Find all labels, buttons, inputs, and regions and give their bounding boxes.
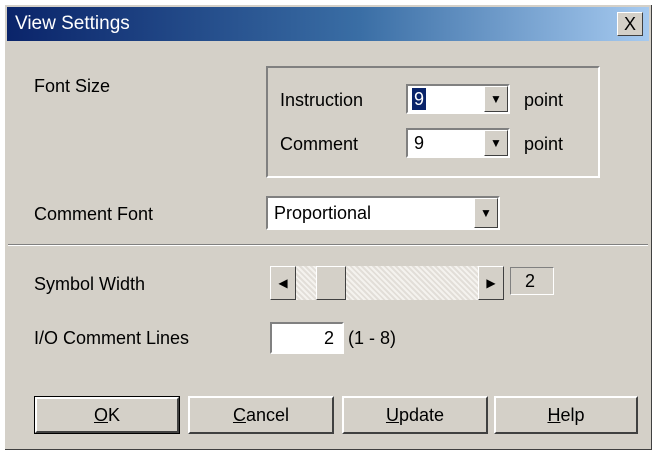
update-label-rest: pdate (398, 405, 445, 425)
close-icon: X (623, 14, 636, 34)
scroll-thumb[interactable] (316, 266, 346, 300)
update-mnemonic: U (385, 405, 399, 425)
cancel-mnemonic: C (232, 405, 246, 425)
separator (8, 244, 648, 246)
symbol-width-value: 2 (510, 267, 554, 295)
comment-dropdown-button[interactable]: ▼ (484, 130, 508, 156)
comment-unit-label: point (524, 134, 564, 154)
chevron-left-icon: ◀ (278, 276, 288, 290)
scroll-right-button[interactable]: ▶ (478, 266, 504, 300)
ok-mnemonic: O (93, 405, 108, 425)
io-comment-lines-input[interactable]: 2 (270, 322, 344, 354)
title-bar[interactable]: View Settings X (7, 7, 649, 41)
symbol-width-label: Symbol Width (34, 274, 146, 294)
comment-font-combo[interactable]: Proportional ▼ (266, 196, 500, 230)
io-comment-lines-label: I/O Comment Lines (34, 328, 190, 348)
cancel-label-rest: ancel (245, 405, 290, 425)
font-size-label: Font Size (34, 76, 111, 96)
instruction-size-combo[interactable]: 9 ▼ (406, 84, 510, 114)
chevron-right-icon: ▶ (486, 276, 496, 290)
ok-label-rest: K (108, 405, 121, 425)
comment-font-value: Proportional (274, 203, 372, 223)
window-title: View Settings (15, 13, 130, 34)
comment-size-value: 9 (414, 133, 425, 153)
cancel-button[interactable]: Cancel (188, 396, 334, 434)
comment-font-label: Comment Font (34, 204, 154, 224)
instruction-unit-label: point (524, 90, 564, 110)
instruction-dropdown-button[interactable]: ▼ (484, 86, 508, 112)
chevron-down-icon: ▼ (490, 136, 502, 150)
update-button[interactable]: Update (342, 396, 488, 434)
chevron-down-icon: ▼ (490, 92, 502, 106)
scroll-left-button[interactable]: ◀ (270, 266, 296, 300)
io-comment-lines-range: (1 - 8) (348, 328, 397, 348)
comment-label: Comment (280, 134, 359, 154)
instruction-label: Instruction (280, 90, 364, 110)
comment-font-dropdown-button[interactable]: ▼ (474, 198, 498, 228)
help-button[interactable]: Help (494, 396, 638, 434)
symbol-width-scrollbar[interactable]: ◀ ▶ (270, 266, 504, 300)
help-mnemonic: H (547, 405, 561, 425)
font-size-group (266, 66, 600, 178)
help-label-rest: elp (560, 405, 585, 425)
close-button[interactable]: X (617, 12, 643, 36)
ok-button[interactable]: OK (34, 396, 180, 434)
chevron-down-icon: ▼ (480, 206, 492, 220)
instruction-size-value: 9 (412, 88, 427, 110)
view-settings-dialog: View Settings X Font Size Instruction 9 … (4, 4, 652, 450)
comment-size-combo[interactable]: 9 ▼ (406, 128, 510, 158)
